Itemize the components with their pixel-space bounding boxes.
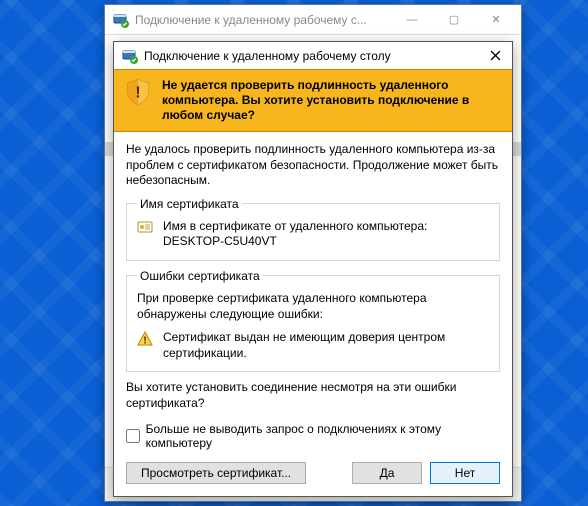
- certificate-error-item: Сертификат выдан не имеющим доверия цент…: [163, 330, 489, 361]
- close-button[interactable]: ✕: [475, 6, 517, 34]
- confirm-text: Вы хотите установить соединение несмотря…: [126, 380, 500, 411]
- dont-ask-again-label: Больше не выводить запрос о подключениях…: [146, 422, 500, 450]
- warning-banner: ! Не удается проверить подлинность удале…: [114, 69, 512, 132]
- dialog-title: Подключение к удаленному рабочему столу: [144, 49, 484, 63]
- dialog-buttons: Просмотреть сертификат... Да Нет: [126, 462, 500, 484]
- rdp-connection-window: Подключение к удаленному рабочему с... —…: [104, 4, 522, 502]
- certificate-name-label: Имя в сертификате от удаленного компьюте…: [163, 219, 427, 235]
- dialog-close-button[interactable]: [484, 45, 506, 67]
- yes-button[interactable]: Да: [352, 462, 422, 484]
- dont-ask-again-row[interactable]: Больше не выводить запрос о подключениях…: [126, 422, 500, 450]
- titlebar: Подключение к удаленному рабочему с... —…: [105, 5, 521, 35]
- dont-ask-again-checkbox[interactable]: [126, 429, 140, 443]
- window-title: Подключение к удаленному рабочему с...: [135, 13, 391, 27]
- certificate-errors-group: Ошибки сертификата При проверке сертифик…: [126, 269, 500, 372]
- dialog-body: Не удалось проверить подлинность удаленн…: [114, 132, 512, 496]
- certificate-errors-intro: При проверке сертификата удаленного комп…: [137, 291, 489, 322]
- minimize-button[interactable]: —: [391, 6, 433, 34]
- certificate-name-group: Имя сертификата Имя в сертификате от уда…: [126, 197, 500, 261]
- view-certificate-button[interactable]: Просмотреть сертификат...: [126, 462, 306, 484]
- certificate-icon: [137, 220, 153, 236]
- warning-heading: Не удается проверить подлинность удаленн…: [162, 78, 502, 123]
- svg-text:!: !: [135, 84, 140, 101]
- certificate-name-value: DESKTOP-C5U40VT: [163, 234, 427, 250]
- certificate-errors-legend: Ошибки сертификата: [137, 269, 263, 283]
- certificate-name-legend: Имя сертификата: [137, 197, 242, 211]
- certificate-warning-dialog: Подключение к удаленному рабочему столу …: [113, 41, 513, 497]
- warning-triangle-icon: !: [137, 331, 153, 347]
- app-icon: [113, 12, 129, 28]
- maximize-button[interactable]: ▢: [433, 6, 475, 34]
- svg-text:!: !: [143, 336, 146, 347]
- shield-warning-icon: !: [124, 78, 152, 106]
- no-button[interactable]: Нет: [430, 462, 500, 484]
- dialog-titlebar: Подключение к удаленному рабочему столу: [114, 42, 512, 69]
- window-controls: — ▢ ✕: [391, 6, 517, 34]
- intro-text: Не удалось проверить подлинность удаленн…: [126, 142, 500, 189]
- app-icon: [122, 48, 138, 64]
